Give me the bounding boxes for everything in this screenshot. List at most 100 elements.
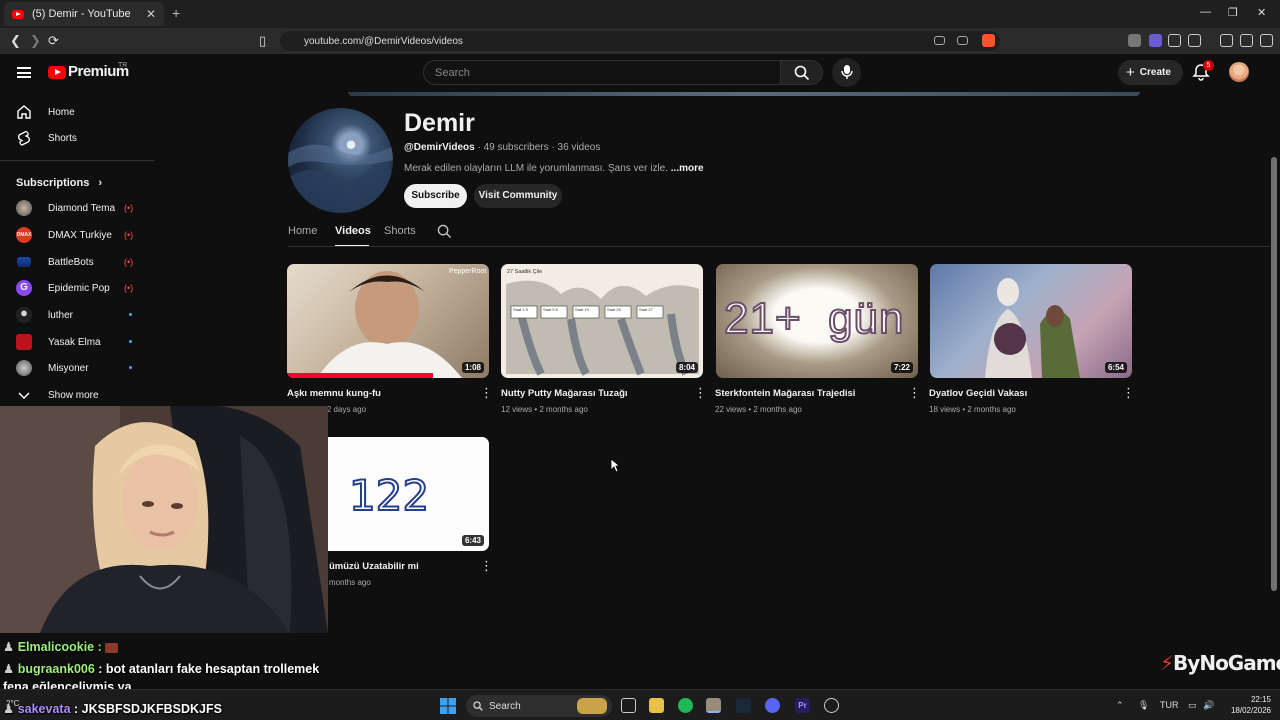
sidebar-item-battlebots[interactable]: BattleBots (•) [0, 249, 155, 275]
channel-search-icon[interactable] [437, 224, 452, 239]
file-explorer-icon[interactable] [649, 698, 664, 713]
sidebar-item-yasak-elma[interactable]: Yasak Elma [0, 329, 155, 355]
taskbar-clock[interactable]: 22:15 18/02/2026 [1225, 694, 1271, 716]
video-thumbnail[interactable]: 27 Saatlik Çile Saat 1.5 Saat 5.5 Saat 1… [501, 264, 703, 378]
video-options-icon[interactable] [480, 558, 493, 574]
spotify-icon[interactable] [678, 698, 693, 713]
discord-icon[interactable] [765, 698, 780, 713]
sidebar-toggle-icon[interactable] [1240, 34, 1253, 47]
tab-home[interactable]: Home [288, 225, 317, 237]
tab-videos[interactable]: Videos [335, 225, 371, 237]
tab-close-icon[interactable]: ✕ [146, 7, 156, 21]
chevron-down-icon [18, 392, 30, 400]
voice-search-button[interactable] [832, 58, 861, 87]
sidebar-item-home[interactable]: Home [0, 99, 155, 125]
youtube-logo-icon[interactable] [48, 66, 66, 79]
menu-icon[interactable] [17, 67, 31, 78]
tray-expand-icon[interactable]: ⌃ [1116, 700, 1124, 711]
tray-microphone-icon[interactable]: 🎙 [1138, 700, 1149, 711]
extension-purple-icon[interactable] [1149, 34, 1162, 47]
show-more-button[interactable]: Show more [0, 382, 155, 408]
input-language[interactable]: TUR [1160, 700, 1179, 710]
video-title[interactable]: Aşkı memnu kung-fu [287, 388, 467, 399]
more-link[interactable]: ...more [671, 163, 704, 174]
video-duration: 8:04 [675, 362, 698, 373]
video-duration: 6:43 [461, 535, 484, 546]
network-icon[interactable]: ▭ [1188, 700, 1197, 711]
subscribe-button[interactable]: Subscribe [404, 184, 467, 208]
bynogame-logo-icon: ⚡ [1160, 651, 1174, 675]
browser-menu-icon[interactable] [1260, 34, 1273, 47]
sidebar-item-diamond-tema[interactable]: Diamond Tema (•) [0, 195, 155, 221]
sidebar-item-label: luther [48, 309, 74, 321]
page-scrollbar[interactable] [1271, 157, 1277, 591]
chat-emote-icon [105, 642, 119, 653]
sidebar-item-label: Yasak Elma [48, 336, 101, 348]
sidebar-item-epidemic-pop[interactable]: G Epidemic Pop (•) [0, 275, 155, 301]
video-thumbnail[interactable]: PepperRoot 1:08 [287, 264, 489, 378]
bookmark-icon[interactable]: ▯ [259, 33, 266, 49]
forward-icon[interactable]: ❯ [30, 33, 41, 49]
channel-description[interactable]: Merak edilen olayların LLM ile yorumlanm… [404, 163, 704, 174]
visit-community-button[interactable]: Visit Community [474, 184, 562, 208]
taskbar-search-label: Search [489, 700, 521, 712]
video-options-icon[interactable] [908, 385, 921, 401]
live-indicator-icon: (•) [124, 283, 134, 293]
video-title[interactable]: Sterkfontein Mağarası Trajedisi [715, 388, 895, 399]
channel-avatar: G [16, 280, 32, 296]
cast-icon[interactable] [934, 36, 945, 45]
sidebar-item-shorts[interactable]: Shorts [0, 125, 155, 151]
taskbar-search-field[interactable]: Search [466, 695, 612, 717]
region-code: TR [118, 62, 128, 69]
new-tab-button[interactable]: + [172, 5, 180, 21]
close-window-button[interactable]: ✕ [1257, 6, 1266, 19]
sidebar-item-misyoner[interactable]: Misyoner [0, 355, 155, 381]
video-thumbnail[interactable]: 21+ gün 7:22 [716, 264, 918, 378]
url-field[interactable]: youtube.com/@DemirVideos/videos [280, 31, 1000, 51]
volume-icon[interactable]: 🔊 [1203, 700, 1214, 711]
search-button[interactable] [781, 60, 823, 85]
screenshot-icon[interactable] [1188, 34, 1201, 47]
live-indicator-icon: (•) [124, 203, 134, 213]
video-duration: 7:22 [890, 362, 913, 373]
live-indicator-icon: (•) [124, 257, 134, 267]
thumbnail-heading: 27 Saatlik Çile [507, 269, 543, 275]
video-title[interactable]: Dyatlov Geçidi Vakası [929, 388, 1109, 399]
account-avatar[interactable] [1229, 62, 1249, 82]
media-icon[interactable] [1220, 34, 1233, 47]
video-thumbnail[interactable]: 6:54 [930, 264, 1132, 378]
share-icon[interactable] [957, 36, 968, 45]
steam-icon[interactable] [736, 698, 751, 713]
obs-icon[interactable] [824, 698, 839, 713]
channel-avatar [16, 307, 32, 323]
sidebar-item-luther[interactable]: luther [0, 302, 155, 328]
windows-start-icon[interactable] [440, 698, 456, 714]
thumbnail-watermark: PepperRoot [449, 268, 487, 275]
tab-shorts[interactable]: Shorts [384, 225, 416, 237]
video-options-icon[interactable] [480, 385, 493, 401]
browser-tab-youtube[interactable]: (5) Demir - YouTube ✕ [4, 2, 164, 26]
clock-time: 22:15 [1250, 695, 1271, 704]
premiere-pro-icon[interactable]: Pr [795, 698, 810, 713]
video-thumbnail-image [506, 280, 699, 376]
task-view-icon[interactable] [621, 698, 636, 713]
chat-username: sakevata [17, 702, 71, 716]
brave-browser-icon[interactable] [706, 698, 721, 713]
create-button[interactable]: + Create [1118, 60, 1183, 85]
video-title[interactable]: Nutty Putty Mağarası Tuzağı [501, 388, 681, 399]
sidebar-item-dmax-turkiye[interactable]: DMAX DMAX Turkiye (•) [0, 222, 155, 248]
chat-text: : bot atanları fake hesaptan trollemek [94, 662, 320, 676]
search-input[interactable]: Search [423, 60, 781, 85]
brave-shield-icon[interactable] [982, 34, 995, 47]
search-highlight-icon [577, 698, 607, 714]
maximize-button[interactable]: ❐ [1228, 6, 1238, 19]
extensions-puzzle-icon[interactable] [1168, 34, 1181, 47]
subscriptions-heading[interactable]: Subscriptions › [16, 177, 102, 189]
minimize-button[interactable]: — [1200, 6, 1211, 18]
extension-icon[interactable] [1128, 34, 1141, 47]
thumbnail-cell: Saat 20 [607, 307, 621, 312]
reload-icon[interactable]: ⟳ [48, 33, 59, 49]
back-icon[interactable]: ❮ [10, 33, 21, 49]
video-options-icon[interactable] [1122, 385, 1135, 401]
video-options-icon[interactable] [694, 385, 707, 401]
